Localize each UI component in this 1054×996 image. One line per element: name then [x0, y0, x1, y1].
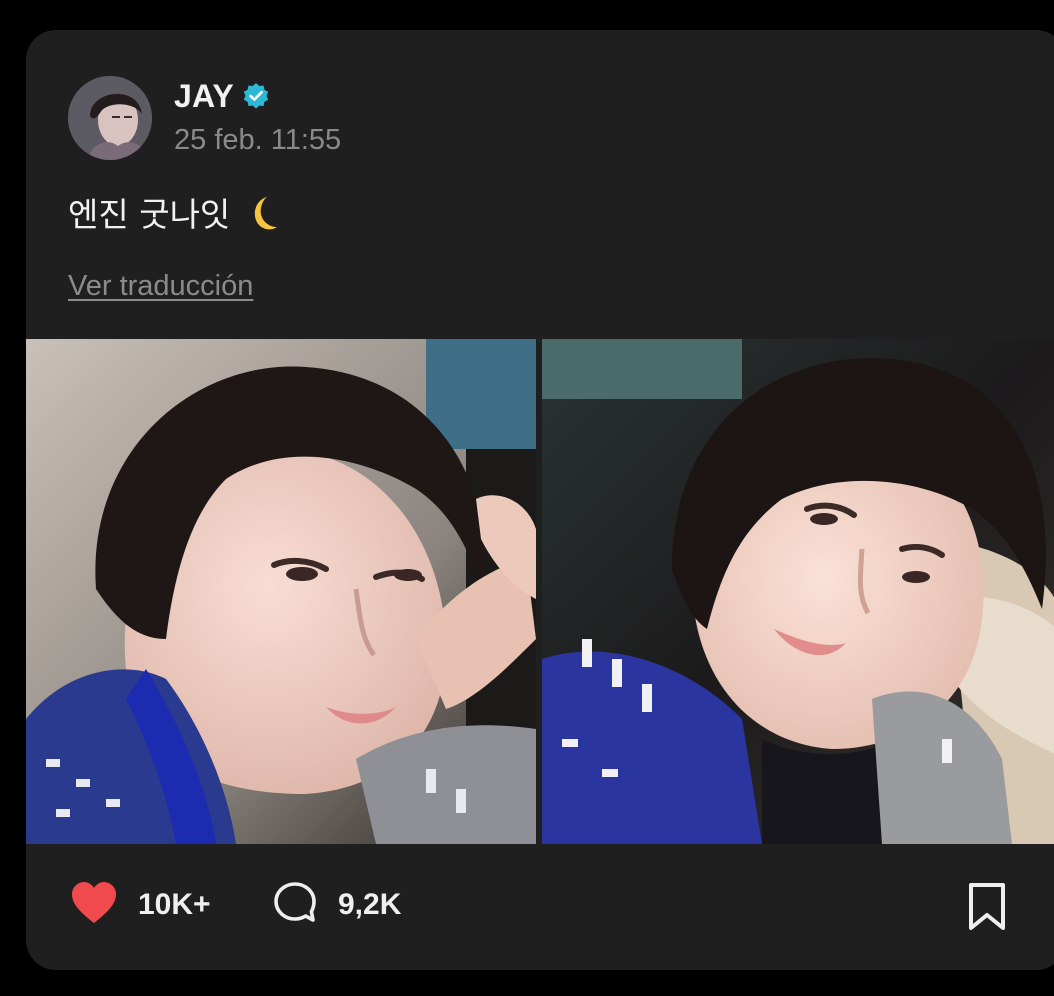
post-text: 엔진 굿나잇: [68, 188, 279, 240]
user-name[interactable]: JAY: [174, 78, 234, 115]
crescent-moon-icon: [245, 194, 279, 240]
name-row: JAY: [174, 76, 270, 116]
comment-count: 9,2K: [338, 888, 402, 921]
comment-bubble-icon: [272, 880, 318, 931]
post-header: JAY 25 feb. 11:55: [68, 76, 668, 162]
media-gallery: [26, 339, 1054, 844]
translate-link[interactable]: Ver traducción: [68, 270, 253, 303]
avatar[interactable]: [68, 76, 152, 160]
verified-badge-icon: [242, 82, 270, 110]
photo-1[interactable]: [26, 339, 536, 844]
photo-2[interactable]: [542, 339, 1054, 844]
comment-button[interactable]: 9,2K: [272, 880, 401, 930]
bookmark-icon: [964, 883, 1010, 936]
post-text-body: 엔진 굿나잇: [68, 195, 231, 234]
like-count: 10K+: [138, 888, 211, 921]
heart-icon: [70, 881, 118, 930]
post-timestamp: 25 feb. 11:55: [174, 124, 342, 156]
like-button[interactable]: 10K+: [70, 880, 211, 930]
bookmark-button[interactable]: [964, 882, 1010, 932]
post-card: JAY 25 feb. 11:55 엔진 굿나잇 Ver traducción: [26, 30, 1054, 970]
action-bar: 10K+ 9,2K: [26, 844, 1054, 970]
